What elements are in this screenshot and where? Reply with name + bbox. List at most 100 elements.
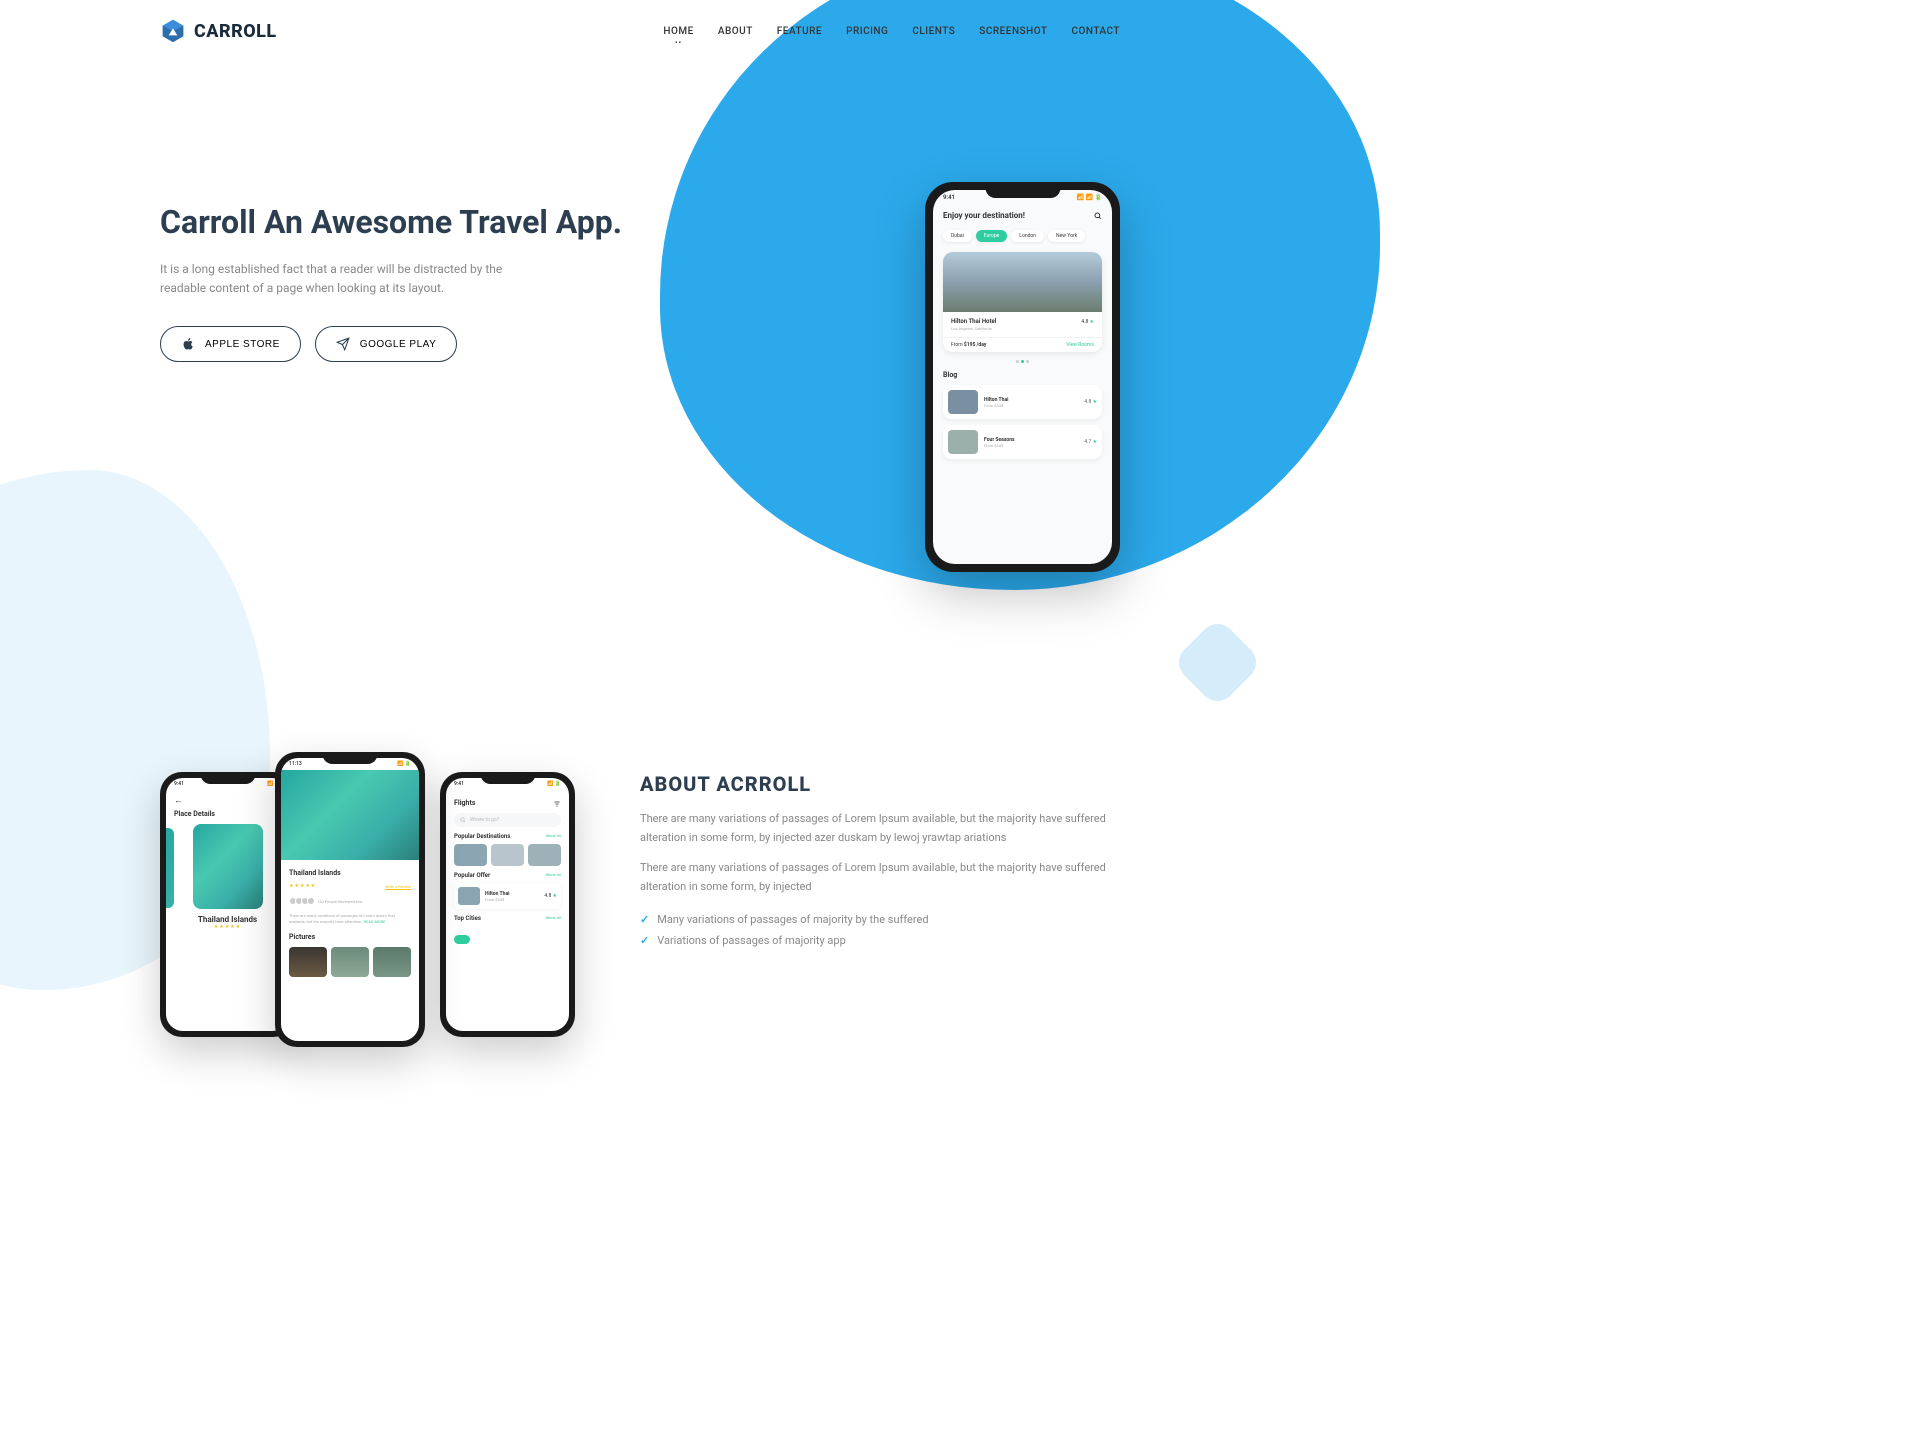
hotel-card-footer: From $195 /day View Rooms	[943, 337, 1102, 352]
google-play-button[interactable]: GOOGLE PLAY	[315, 326, 457, 362]
about-phones: 9:41📶 🔋 ← Place Details Thailand Islands…	[160, 752, 580, 1012]
picture-thumb	[289, 947, 327, 977]
star-rating: ★★★★★	[174, 924, 281, 930]
back-arrow-icon: ←	[174, 795, 281, 806]
destination-thumb	[491, 844, 524, 866]
top-cities-heading: Top Cities	[454, 915, 481, 922]
hero-buttons: APPLE STORE GOOGLE PLAY	[160, 326, 865, 362]
hero-subtitle: It is a long established fact that a rea…	[160, 260, 540, 298]
star-icon: ★	[1093, 439, 1097, 445]
nav-contact[interactable]: CONTACT	[1071, 26, 1120, 37]
search-input: Where to go?	[454, 813, 561, 827]
star-rating: ★★★★★	[289, 883, 316, 889]
hero-phone-mockup: 9:41 📶 📶 🔋 Enjoy your destination! Dubai…	[925, 182, 1120, 572]
hotel-card-title: Hilton Thai Hotel	[951, 318, 1094, 325]
paper-plane-icon	[336, 337, 350, 351]
phone-notch	[200, 772, 255, 784]
popular-offer-heading: Popular Offer	[454, 872, 490, 879]
header: CARROLL HOME ABOUT FEATURE PRICING CLIEN…	[0, 0, 1280, 62]
phone-screen: 9:41 📶 📶 🔋 Enjoy your destination! Dubai…	[933, 190, 1112, 564]
tab-newyork: New York	[1048, 230, 1085, 242]
blog-thumb	[948, 430, 978, 454]
picture-thumb	[373, 947, 411, 977]
nav-pricing[interactable]: PRICING	[846, 26, 888, 37]
blog-item: Hilton Thai From $345 4.8 ★	[943, 385, 1102, 419]
write-review-link: Write a Review	[385, 884, 411, 889]
hotel-price: From $195 /day	[951, 342, 986, 348]
phone-frame: 9:41 📶 📶 🔋 Enjoy your destination! Dubai…	[925, 182, 1120, 572]
hero-title: Carroll An Awesome Travel App.	[160, 202, 865, 242]
place-title: Thailand Islands	[289, 869, 411, 877]
star-icon: ★	[1090, 319, 1094, 325]
flights-heading: Flights	[454, 799, 475, 807]
show-all-link: Show All	[546, 833, 561, 840]
logo[interactable]: CARROLL	[160, 18, 277, 44]
logo-text: CARROLL	[194, 21, 277, 42]
phone-notch	[480, 772, 535, 784]
blog-item: Four Seasons From $345 4.7 ★	[943, 425, 1102, 459]
offer-item: Hilton Thai From $345 4.8 ★	[454, 883, 561, 909]
picture-thumb	[331, 947, 369, 977]
about-phone-center: 11:13📶 🔋 Thailand Islands ★★★★★ Write a …	[275, 752, 425, 1047]
about-content: ABOUT ACRROLL There are many variations …	[640, 752, 1120, 951]
apple-icon	[181, 337, 195, 351]
blog-rating: 4.7 ★	[1084, 439, 1097, 445]
status-time: 9:41	[943, 194, 955, 201]
city-pill	[454, 935, 470, 944]
about-paragraph: There are many variations of passages of…	[640, 859, 1120, 896]
about-list-item: ✓Many variations of passages of majority…	[640, 909, 1120, 930]
apple-store-button[interactable]: APPLE STORE	[160, 326, 301, 362]
review-count: 130 People Reviewed this	[317, 899, 362, 904]
star-icon: ★	[1093, 399, 1097, 405]
show-all-link: Show All	[546, 872, 561, 879]
hotel-card-rating: 4.8 ★	[1081, 319, 1094, 325]
nav-clients[interactable]: CLIENTS	[912, 26, 955, 37]
star-icon: ★	[553, 893, 557, 899]
place-details-heading: Place Details	[174, 810, 281, 818]
pictures-heading: Pictures	[289, 933, 411, 941]
offer-thumb	[458, 887, 480, 905]
check-icon: ✓	[640, 913, 649, 926]
about-section: 9:41📶 🔋 ← Place Details Thailand Islands…	[0, 572, 1280, 1012]
carousel-prev-image	[166, 828, 174, 908]
about-list: ✓Many variations of passages of majority…	[640, 909, 1120, 951]
show-all-link: Show All	[546, 915, 561, 922]
popular-destinations-heading: Popular Destinations	[454, 833, 510, 840]
filter-icon	[553, 800, 561, 808]
read-more-link: READ MORE	[364, 919, 386, 924]
tab-dubai: Dubai	[943, 230, 972, 242]
tab-europe: Europe	[976, 230, 1008, 242]
hotel-card-location: Los Angeles, California	[951, 326, 1094, 331]
nav-about[interactable]: ABOUT	[718, 26, 753, 37]
hero-image	[281, 770, 419, 860]
place-image	[193, 824, 263, 909]
nav-feature[interactable]: FEATURE	[777, 26, 822, 37]
blog-heading: Blog	[943, 371, 1102, 379]
google-play-label: GOOGLE PLAY	[360, 339, 436, 350]
screen-heading: Enjoy your destination!	[943, 211, 1025, 220]
offer-price: From $345	[485, 897, 539, 902]
about-list-item: ✓Variations of passages of majority app	[640, 930, 1120, 951]
status-icons: 📶 📶 🔋	[1077, 194, 1102, 201]
destination-tabs: Dubai Europe London New York	[943, 230, 1102, 242]
search-icon	[1094, 212, 1102, 220]
phone-notch	[985, 182, 1060, 198]
reviewer-avatars	[289, 897, 313, 905]
blog-price: From $345	[984, 403, 1078, 408]
destination-thumb	[528, 844, 561, 866]
logo-icon	[160, 18, 186, 44]
phone-notch	[323, 752, 378, 764]
blog-price: From $345	[984, 443, 1078, 448]
nav-home[interactable]: HOME	[663, 26, 693, 37]
search-placeholder: Where to go?	[470, 817, 499, 823]
about-paragraph: There are many variations of passages of…	[640, 810, 1120, 847]
carousel-dots	[943, 360, 1102, 363]
search-icon	[460, 817, 466, 823]
blog-thumb	[948, 390, 978, 414]
screen-heading-row: Enjoy your destination!	[943, 211, 1102, 220]
hotel-card: Hilton Thai Hotel Los Angeles, Californi…	[943, 252, 1102, 352]
nav-screenshot[interactable]: SCREENSHOT	[979, 26, 1047, 37]
tab-london: London	[1011, 230, 1044, 242]
hero-content: Carroll An Awesome Travel App. It is a l…	[160, 182, 865, 572]
picture-grid	[289, 947, 411, 977]
